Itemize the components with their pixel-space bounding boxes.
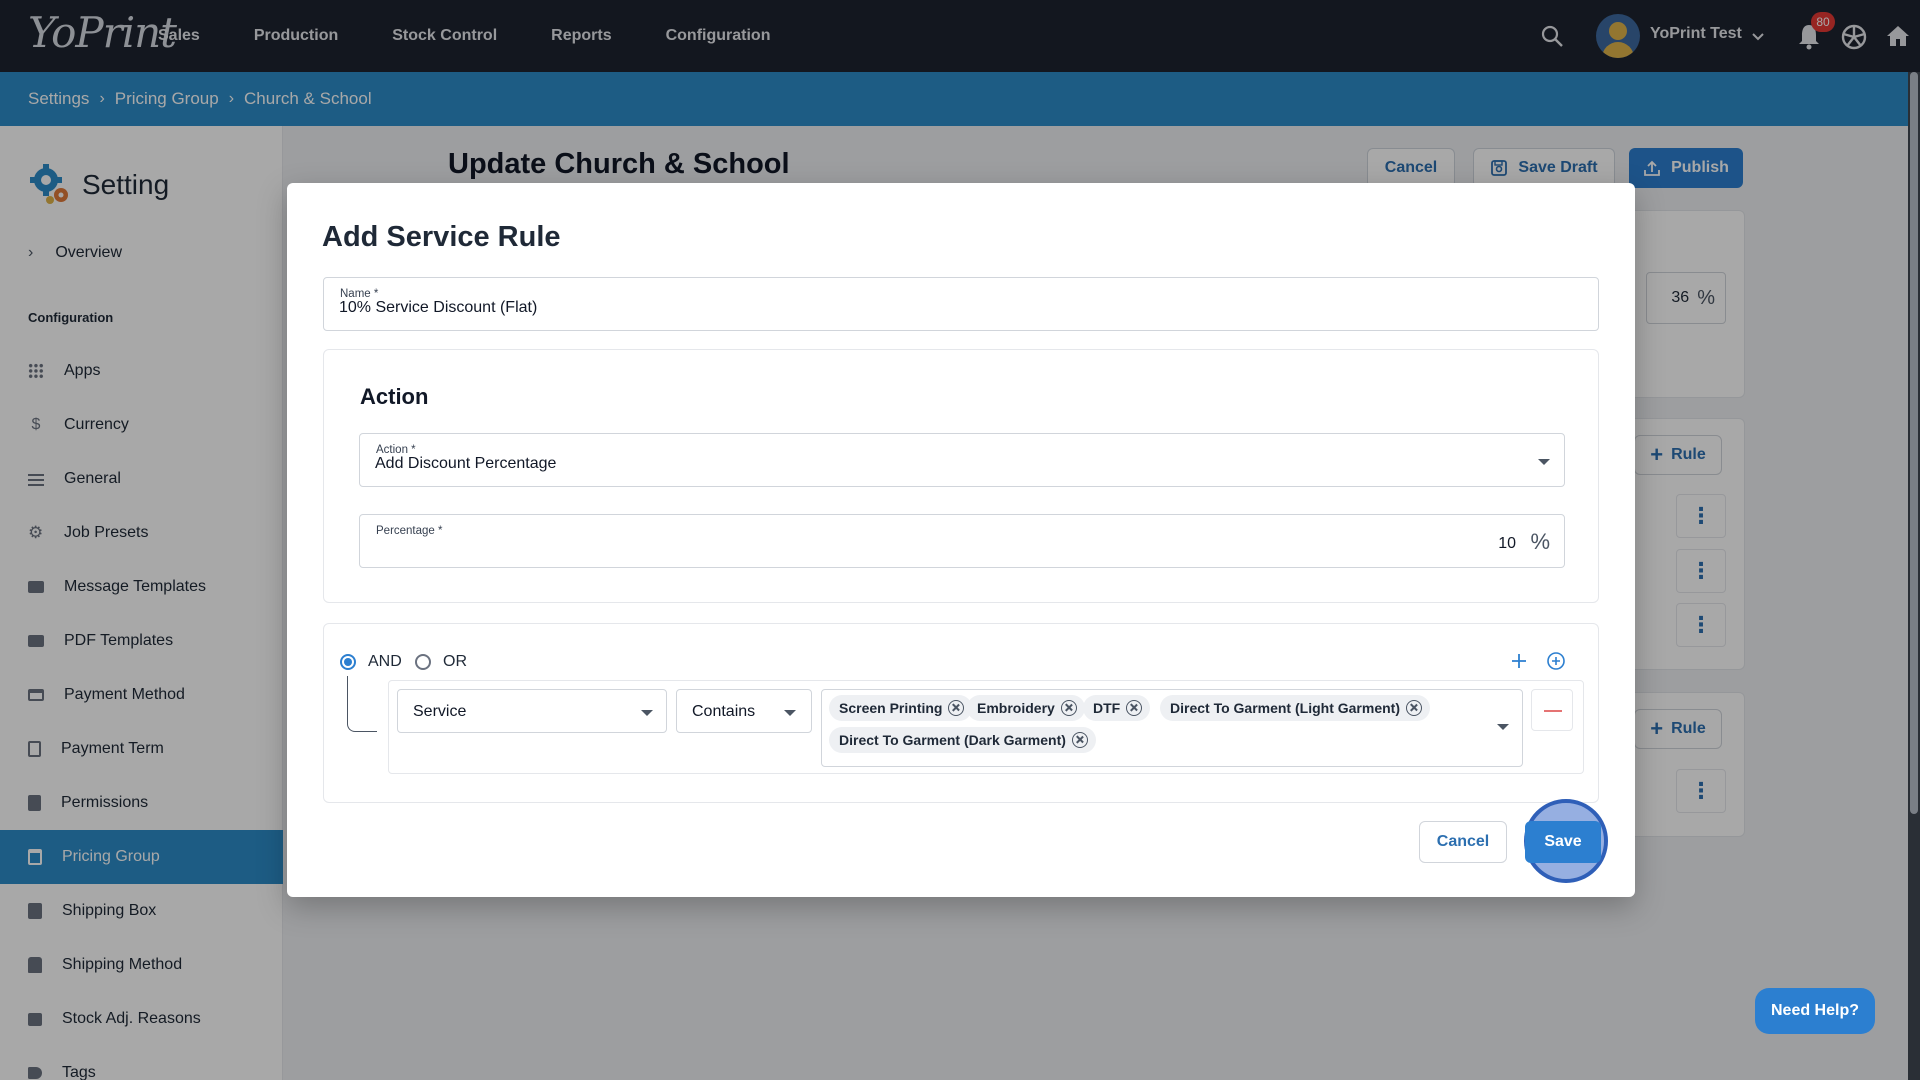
name-field[interactable]: Name * 10% Service Discount (Flat): [323, 277, 1599, 331]
dropdown-caret-icon[interactable]: [784, 710, 796, 716]
scrollbar-thumb[interactable]: [1910, 72, 1918, 814]
percentage-field[interactable]: Percentage * 10 %: [359, 514, 1565, 568]
value-chip: Direct To Garment (Light Garment): [1160, 695, 1430, 721]
percent-icon: %: [1530, 529, 1550, 554]
dropdown-caret-icon[interactable]: [1497, 724, 1509, 730]
condition-field-value: Service: [413, 703, 467, 720]
action-heading: Action: [360, 384, 429, 409]
remove-chip-icon[interactable]: [948, 700, 965, 716]
chip-label: Screen Printing: [839, 700, 943, 716]
remove-chip-icon[interactable]: [1071, 732, 1088, 748]
chip-label: Direct To Garment (Dark Garment): [839, 732, 1066, 748]
condition-operator-value: Contains: [692, 703, 756, 720]
condition-field-select[interactable]: Service: [397, 689, 667, 733]
dropdown-caret-icon[interactable]: [641, 710, 653, 716]
chip-label: DTF: [1093, 700, 1121, 716]
add-service-rule-dialog: Add Service Rule Name * 10% Service Disc…: [287, 183, 1635, 897]
value-chip: Screen Printing: [829, 695, 973, 721]
condition-row: Service Contains Screen Printing Embroid…: [388, 680, 1584, 774]
need-help-button[interactable]: Need Help?: [1755, 988, 1875, 1034]
remove-chip-icon[interactable]: [1405, 700, 1422, 716]
value-chip: Embroidery: [967, 695, 1085, 721]
and-radio-label: AND: [368, 653, 402, 670]
chip-label: Embroidery: [977, 700, 1055, 716]
condition-values-select[interactable]: Screen Printing Embroidery DTF Direct To…: [821, 689, 1523, 767]
dropdown-caret-icon[interactable]: [1538, 459, 1550, 465]
value-chip: Direct To Garment (Dark Garment): [829, 727, 1096, 753]
dialog-cancel-button[interactable]: Cancel: [1419, 821, 1507, 863]
remove-chip-icon[interactable]: [1126, 700, 1143, 716]
remove-chip-icon[interactable]: [1060, 700, 1077, 716]
add-group-icon[interactable]: [1546, 651, 1566, 671]
action-panel: Action Action * Add Discount Percentage …: [323, 349, 1599, 603]
percentage-field-value: 10: [1498, 535, 1516, 552]
remove-condition-button[interactable]: [1531, 689, 1573, 731]
page-scrollbar[interactable]: [1908, 72, 1920, 1080]
and-radio[interactable]: [340, 654, 356, 670]
dialog-save-button[interactable]: Save: [1525, 821, 1601, 863]
dialog-title: Add Service Rule: [322, 221, 561, 253]
condition-operator-select[interactable]: Contains: [676, 689, 812, 733]
value-chip: DTF: [1083, 695, 1151, 721]
action-select-value: Add Discount Percentage: [375, 455, 557, 472]
action-select[interactable]: Action * Add Discount Percentage: [359, 433, 1565, 487]
percentage-field-label: Percentage *: [374, 525, 445, 537]
or-radio[interactable]: [415, 654, 431, 670]
tree-connector: [347, 676, 377, 732]
name-field-value: 10% Service Discount (Flat): [339, 299, 538, 316]
or-radio-label: OR: [443, 653, 467, 670]
condition-panel: AND OR Service Contains Screen Printing …: [323, 623, 1599, 803]
add-condition-icon[interactable]: [1509, 651, 1529, 671]
chip-label: Direct To Garment (Light Garment): [1170, 700, 1400, 716]
